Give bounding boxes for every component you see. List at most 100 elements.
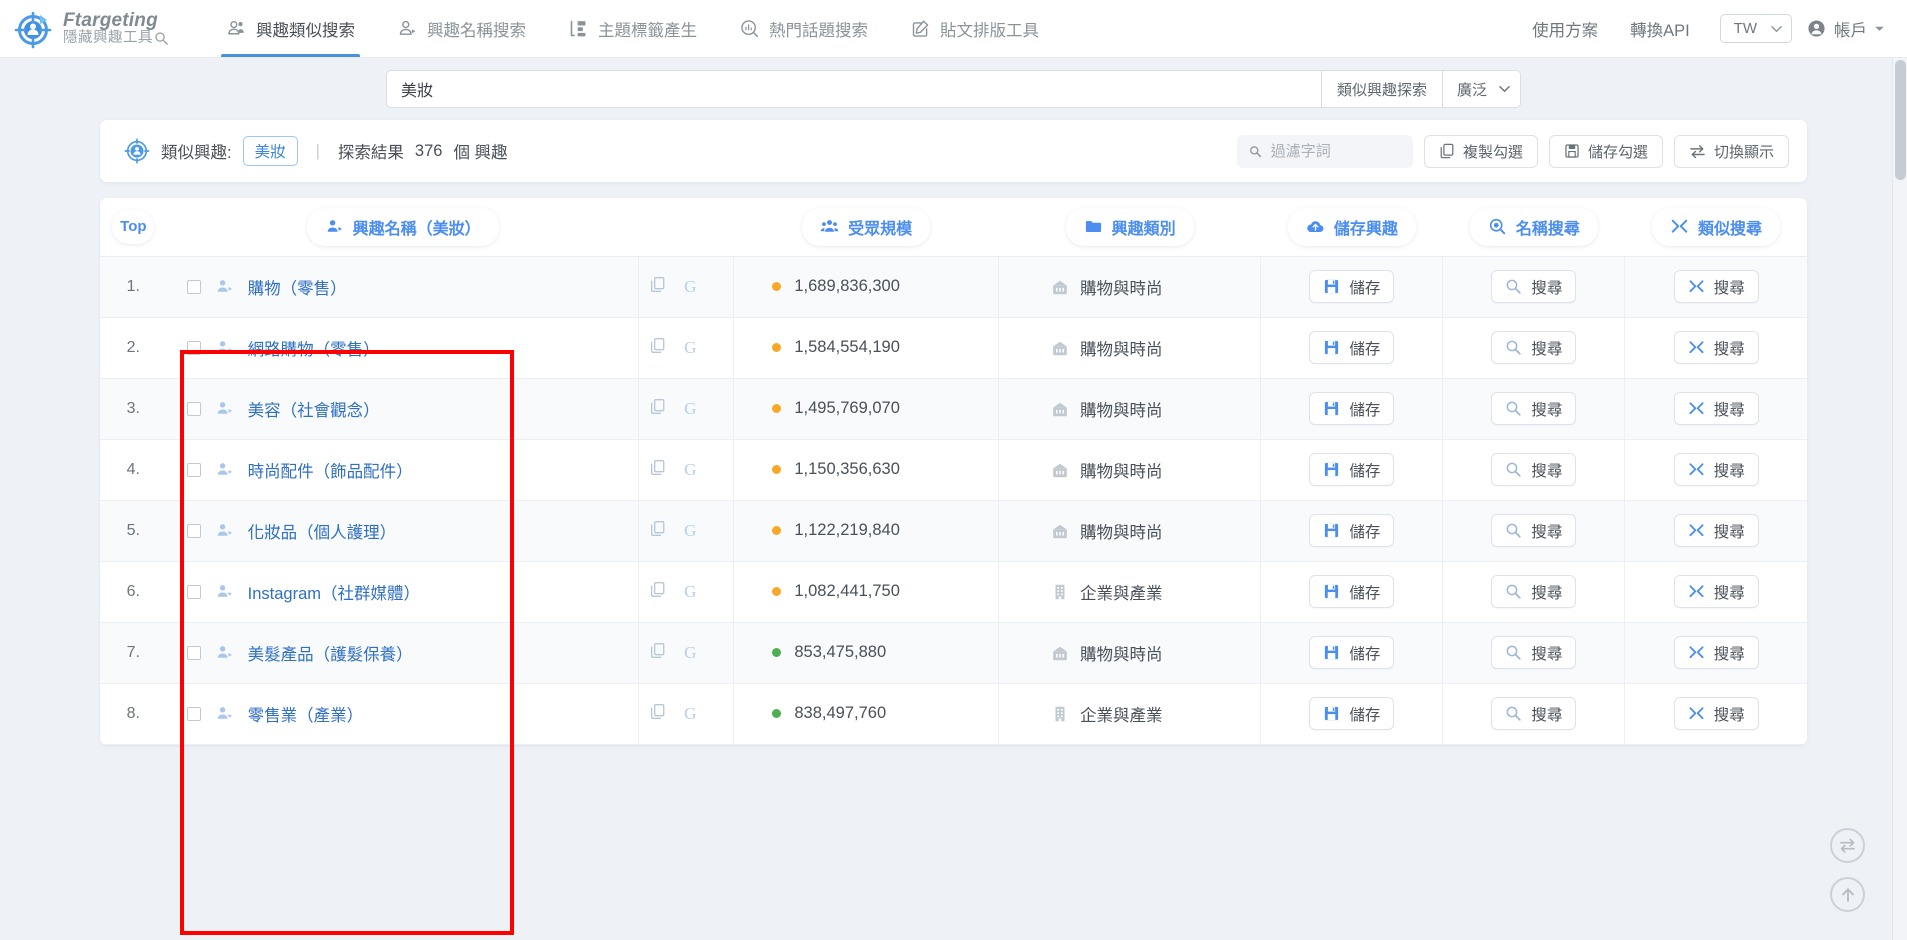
table-row[interactable]: 3. 美容（社會觀念） G 1,495,769,070 購物與時尚 儲存 搜尋 搜尋 (100, 378, 1807, 440)
row-interest-name[interactable]: 時尚配件（飾品配件） (248, 458, 413, 482)
row-google-search-icon[interactable]: G (684, 460, 696, 480)
row-save-button[interactable]: 儲存 (1309, 636, 1395, 669)
row-similar-search-button[interactable]: 搜尋 (1673, 514, 1759, 547)
row-checkbox[interactable] (186, 279, 201, 294)
copy-selected-button[interactable]: 複製勾選 (1423, 134, 1538, 168)
row-name-search-button[interactable]: 搜尋 (1491, 636, 1577, 669)
table-row[interactable]: 2. 網路購物（零售） G 1,584,554,190 購物與時尚 儲存 搜尋 搜尋 (100, 317, 1807, 379)
row-copy-button[interactable] (649, 398, 666, 420)
save-selected-button[interactable]: 儲存勾選 (1548, 134, 1663, 168)
row-name-search-button[interactable]: 搜尋 (1491, 514, 1577, 547)
row-similar-search-button[interactable]: 搜尋 (1673, 392, 1759, 425)
table-row[interactable]: 7. 美髮產品（護髮保養） G 853,475,880 購物與時尚 儲存 搜尋 搜尋 (100, 622, 1807, 684)
table-row[interactable]: 6. Instagram（社群媒體） G 1,082,441,750 企業與產業 儲存 搜尋… (100, 561, 1807, 623)
scroll-top-fab[interactable] (1830, 877, 1865, 912)
row-name-search-button[interactable]: 搜尋 (1491, 270, 1577, 303)
language-select[interactable]: TW (1719, 14, 1792, 43)
nav-item-post-layout-tool[interactable]: 貼文排版工具 (889, 0, 1060, 57)
account-menu[interactable]: 帳戶 (1806, 17, 1885, 41)
row-copy-button[interactable] (649, 520, 666, 542)
toggle-display-button[interactable]: 切換顯示 (1673, 134, 1789, 168)
th-name-search[interactable]: 名稱搜尋 (1442, 198, 1625, 257)
th-name-search-pill[interactable]: 名稱搜尋 (1469, 207, 1598, 246)
row-checkbox[interactable] (186, 523, 201, 538)
row-similar-search-button[interactable]: 搜尋 (1673, 270, 1759, 303)
th-interest-name-pill[interactable]: 興趣名稱（美妝） (306, 207, 499, 246)
nav-item-hashtag-generator[interactable]: 主題標籤產生 (547, 0, 718, 57)
row-similar-search-button[interactable]: 搜尋 (1673, 697, 1759, 730)
row-google-search-icon[interactable]: G (684, 399, 696, 419)
row-google-search-icon[interactable]: G (684, 338, 696, 358)
th-category[interactable]: 興趣類別 (998, 198, 1261, 257)
row-copy-button[interactable] (649, 642, 666, 664)
row-interest-name[interactable]: Instagram（社群媒體） (248, 580, 420, 604)
row-google-search-icon[interactable]: G (684, 582, 696, 602)
page-scrollbar[interactable]: ▲ (1892, 58, 1907, 940)
row-interest-name[interactable]: 化妝品（個人護理） (248, 519, 397, 543)
row-interest-name[interactable]: 零售業（產業） (248, 702, 364, 726)
row-save-button[interactable]: 儲存 (1309, 575, 1395, 608)
nav-link-pricing[interactable]: 使用方案 (1516, 17, 1614, 41)
row-save-button[interactable]: 儲存 (1309, 697, 1395, 730)
row-checkbox[interactable] (186, 584, 201, 599)
row-similar-search-button[interactable]: 搜尋 (1673, 575, 1759, 608)
row-save-button[interactable]: 儲存 (1309, 514, 1395, 547)
th-top[interactable]: Top (100, 198, 167, 257)
row-save-button[interactable]: 儲存 (1309, 270, 1395, 303)
row-checkbox[interactable] (186, 645, 201, 660)
table-row[interactable]: 1. 購物（零售） G 1,689,836,300 購物與時尚 儲存 搜尋 搜尋 (100, 256, 1807, 318)
row-google-search-icon[interactable]: G (684, 277, 696, 297)
th-category-pill[interactable]: 興趣類別 (1065, 207, 1194, 246)
row-save-button[interactable]: 儲存 (1309, 392, 1395, 425)
row-google-search-icon[interactable]: G (684, 521, 696, 541)
row-checkbox[interactable] (186, 462, 201, 477)
row-name-search-button[interactable]: 搜尋 (1491, 697, 1577, 730)
nav-item-interest-similar-search[interactable]: 興趣類似搜索 (205, 0, 376, 57)
filter-input-wrapper[interactable] (1236, 134, 1413, 168)
th-save-interest-pill[interactable]: 儲存興趣 (1287, 207, 1416, 246)
row-google-search-icon[interactable]: G (684, 704, 696, 724)
row-google-search-icon[interactable]: G (684, 643, 696, 663)
row-interest-name[interactable]: 網路購物（零售） (248, 336, 380, 360)
table-row[interactable]: 8. 零售業（產業） G 838,497,760 企業與產業 儲存 搜尋 搜尋 (100, 683, 1807, 745)
brand-logo-area[interactable]: Ftargeting 隱藏興趣工具 (14, 9, 169, 49)
row-interest-name[interactable]: 美容（社會觀念） (248, 397, 380, 421)
row-checkbox[interactable] (186, 340, 201, 355)
nav-link-api[interactable]: 轉換API (1614, 17, 1706, 41)
row-save-button[interactable]: 儲存 (1309, 453, 1395, 486)
th-similar-search-pill[interactable]: 類似搜尋 (1651, 207, 1780, 246)
row-interest-name[interactable]: 購物（零售） (248, 275, 347, 299)
th-audience-size-pill[interactable]: 受眾規模 (802, 207, 931, 246)
row-copy-button[interactable] (649, 459, 666, 481)
row-checkbox[interactable] (186, 401, 201, 416)
row-similar-search-button[interactable]: 搜尋 (1673, 331, 1759, 364)
filter-input[interactable] (1270, 142, 1401, 160)
row-copy-button[interactable] (649, 337, 666, 359)
nav-item-interest-name-search[interactable]: 興趣名稱搜索 (376, 0, 547, 57)
row-save-button[interactable]: 儲存 (1309, 331, 1395, 364)
table-row[interactable]: 5. 化妝品（個人護理） G 1,122,219,840 購物與時尚 儲存 搜尋 搜尋 (100, 500, 1807, 562)
row-checkbox[interactable] (186, 706, 201, 721)
th-save-interest[interactable]: 儲存興趣 (1260, 198, 1443, 257)
row-name-search-button[interactable]: 搜尋 (1491, 331, 1577, 364)
summary-keyword-chip[interactable]: 美妝 (242, 136, 298, 166)
row-similar-search-button[interactable]: 搜尋 (1673, 636, 1759, 669)
row-copy-button[interactable] (649, 276, 666, 298)
similar-interest-explore-button[interactable]: 類似興趣探索 (1320, 71, 1442, 107)
row-name-search-button[interactable]: 搜尋 (1491, 575, 1577, 608)
search-input[interactable] (387, 71, 1321, 107)
row-copy-button[interactable] (649, 581, 666, 603)
nav-item-trending-topics[interactable]: 熱門話題搜索 (718, 0, 889, 57)
search-scope-select[interactable]: 廣泛 (1441, 71, 1520, 107)
th-interest-name[interactable]: 興趣名稱（美妝） (166, 198, 639, 257)
th-similar-search[interactable]: 類似搜尋 (1624, 198, 1807, 257)
row-interest-name[interactable]: 美髮產品（護髮保養） (248, 641, 413, 665)
table-row[interactable]: 4. 時尚配件（飾品配件） G 1,150,356,630 購物與時尚 儲存 搜尋 搜尋 (100, 439, 1807, 501)
th-audience-size[interactable]: 受眾規模 (733, 198, 999, 257)
row-name-search-button[interactable]: 搜尋 (1491, 453, 1577, 486)
row-similar-search-button[interactable]: 搜尋 (1673, 453, 1759, 486)
scroll-thumb[interactable] (1895, 60, 1906, 180)
row-name-search-button[interactable]: 搜尋 (1491, 392, 1577, 425)
row-copy-button[interactable] (649, 703, 666, 725)
toggle-display-fab[interactable] (1830, 828, 1865, 863)
